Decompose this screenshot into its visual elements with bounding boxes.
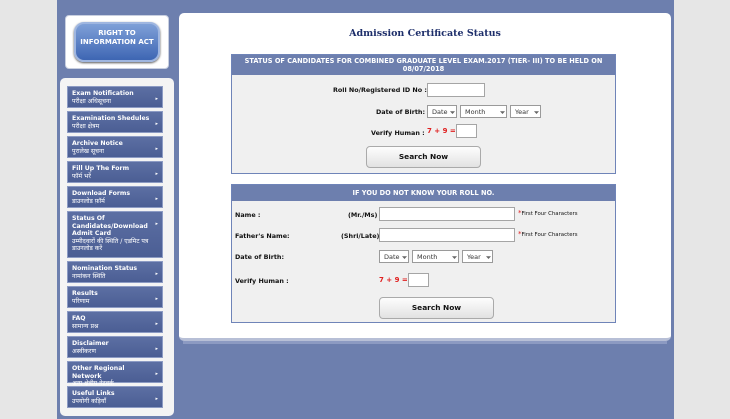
sidebar-item-hindi-label: सामान्य प्रश्न <box>72 322 99 330</box>
sidebar-item[interactable]: Exam Notification परीक्षा अधिसूचना ▸ <box>67 86 163 108</box>
roll-no-input[interactable] <box>427 83 485 97</box>
sidebar-item-label: Download Forms <box>72 190 131 197</box>
chevron-down-icon <box>486 256 491 259</box>
sidebar-item-hindi-label: परीक्षा क्षेत्रम <box>72 122 100 130</box>
search-now-button-2[interactable]: Search Now <box>379 297 494 319</box>
sidebar-item-label: Results <box>72 290 98 297</box>
rti-logo-text: RIGHT TO INFORMATION ACT <box>74 22 160 62</box>
dob-date-value: Date <box>432 108 448 116</box>
father-name-label: Father's Name: <box>235 232 290 240</box>
captcha-question: 7 + 9 = <box>427 127 456 135</box>
chevron-right-icon: ▸ <box>155 271 158 277</box>
chevron-right-icon: ▸ <box>155 96 158 102</box>
father-hint-text: First Four Characters <box>521 232 578 238</box>
captcha-input-2[interactable] <box>408 273 429 287</box>
sidebar-item-hindi-label: परिणाम <box>72 297 90 305</box>
dob-date-select[interactable]: Date <box>427 105 457 118</box>
sidebar-item[interactable]: FAQ सामान्य प्रश्न ▸ <box>67 311 163 333</box>
dob2-year-value: Year <box>467 253 481 261</box>
sidebar-item[interactable]: Disclaimer अस्वीकरण ▸ <box>67 336 163 358</box>
sidebar-item[interactable]: Status Of Candidates/Download Admit Card… <box>67 211 163 258</box>
sidebar-item-hindi-label: परीक्षा अधिसूचना <box>72 97 111 105</box>
sidebar-item-label: Other Regional Network <box>72 365 125 380</box>
dob2-date-select[interactable]: Date <box>379 250 409 263</box>
dob-year-value: Year <box>515 108 529 116</box>
sidebar-item[interactable]: Other Regional Network अन्य क्षेत्रीय नेट… <box>67 361 163 387</box>
name-prefix-label: (Mr./Ms) <box>348 211 378 219</box>
sidebar-item-label: Fill Up The Form <box>72 165 130 172</box>
page-title: Admission Certificate Status <box>349 28 501 39</box>
dob2-date-value: Date <box>384 253 400 261</box>
chevron-right-icon: ▸ <box>155 121 158 127</box>
name-hint-text: First Four Characters <box>521 211 578 217</box>
sidebar-item-label: FAQ <box>72 315 86 322</box>
father-name-input[interactable] <box>379 228 515 242</box>
chevron-right-icon: ▸ <box>155 221 158 227</box>
sidebar-item-label: Exam Notification <box>72 90 134 97</box>
sidebar-item-label: Examination Shedules <box>72 115 150 122</box>
dob2-label: Date of Birth: <box>235 253 285 261</box>
sidebar-item-label: Disclaimer <box>72 340 109 347</box>
chevron-right-icon: ▸ <box>155 321 158 327</box>
name-input[interactable] <box>379 207 515 221</box>
dob-label: Date of Birth: <box>376 108 426 116</box>
dob2-month-select[interactable]: Month <box>412 250 459 263</box>
sidebar-item[interactable]: Examination Shedules परीक्षा क्षेत्रम ▸ <box>67 111 163 133</box>
chevron-right-icon: ▸ <box>155 296 158 302</box>
sidebar-item[interactable]: Fill Up The Form फॉर्म भरें ▸ <box>67 161 163 183</box>
chevron-right-icon: ▸ <box>155 146 158 152</box>
sidebar-item-label: Nomination Status <box>72 265 138 272</box>
sidebar-item[interactable]: Nomination Status नामांकन स्थिति ▸ <box>67 261 163 283</box>
chevron-right-icon: ▸ <box>155 346 158 352</box>
sidebar-item-label: Status Of Candidates/Download Admit Card <box>72 215 148 237</box>
captcha-input[interactable] <box>456 124 477 138</box>
chevron-right-icon: ▸ <box>155 396 158 402</box>
chevron-down-icon <box>402 256 407 259</box>
sidebar-item[interactable]: Useful Links उपयोगी कड़ियाँ ▸ <box>67 386 163 408</box>
sidebar-item-hindi-label: नामांकन स्थिति <box>72 272 106 280</box>
dob2-year-select[interactable]: Year <box>462 250 493 263</box>
chevron-down-icon <box>450 111 455 114</box>
sidebar-item-label: Useful Links <box>72 390 115 397</box>
name-label: Name : <box>235 211 261 219</box>
chevron-down-icon <box>500 111 505 114</box>
captcha-question-2: 7 + 9 = <box>379 276 408 284</box>
verify-human-label-2: Verify Human : <box>235 277 289 285</box>
dob-month-value: Month <box>465 108 486 116</box>
search-now-button[interactable]: Search Now <box>366 146 481 168</box>
dob2-month-value: Month <box>417 253 438 261</box>
rti-logo[interactable]: RIGHT TO INFORMATION ACT <box>65 15 169 69</box>
father-prefix-label: (Shri/Late) <box>341 232 380 240</box>
sidebar-item-hindi-label: उम्मीदवारों की स्थिति / एडमिट पत्र डाउनल… <box>72 237 149 253</box>
name-hint: *First Four Characters <box>518 209 578 217</box>
chevron-down-icon <box>452 256 457 259</box>
sidebar-item-hindi-label: डाउनलोड फ़ॉर्म <box>72 197 105 205</box>
dob-month-select[interactable]: Month <box>460 105 507 118</box>
verify-human-label: Verify Human : <box>371 129 425 137</box>
roll-status-heading: STATUS OF CANDIDATES FOR COMBINED GRADUA… <box>232 55 615 75</box>
name-search-heading: IF YOU DO NOT KNOW YOUR ROLL NO. <box>232 185 615 201</box>
chevron-right-icon: ▸ <box>155 371 158 377</box>
sidebar-item-hindi-label: फॉर्म भरें <box>72 172 91 180</box>
footer-strip <box>183 341 667 344</box>
dob-year-select[interactable]: Year <box>510 105 541 118</box>
father-hint: *First Four Characters <box>518 230 578 238</box>
sidebar-item-hindi-label: पुरालेख सूचना <box>72 147 105 155</box>
chevron-right-icon: ▸ <box>155 196 158 202</box>
sidebar-item-label: Archive Notice <box>72 140 123 147</box>
chevron-right-icon: ▸ <box>155 171 158 177</box>
sidebar-item-hindi-label: अस्वीकरण <box>72 347 96 355</box>
sidebar-item[interactable]: Archive Notice पुरालेख सूचना ▸ <box>67 136 163 158</box>
sidebar-item[interactable]: Results परिणाम ▸ <box>67 286 163 308</box>
roll-no-label: Roll No/Registered ID No : <box>333 86 427 94</box>
sidebar-item[interactable]: Download Forms डाउनलोड फ़ॉर्म ▸ <box>67 186 163 208</box>
sidebar-item-hindi-label: उपयोगी कड़ियाँ <box>72 397 107 405</box>
chevron-down-icon <box>534 111 539 114</box>
